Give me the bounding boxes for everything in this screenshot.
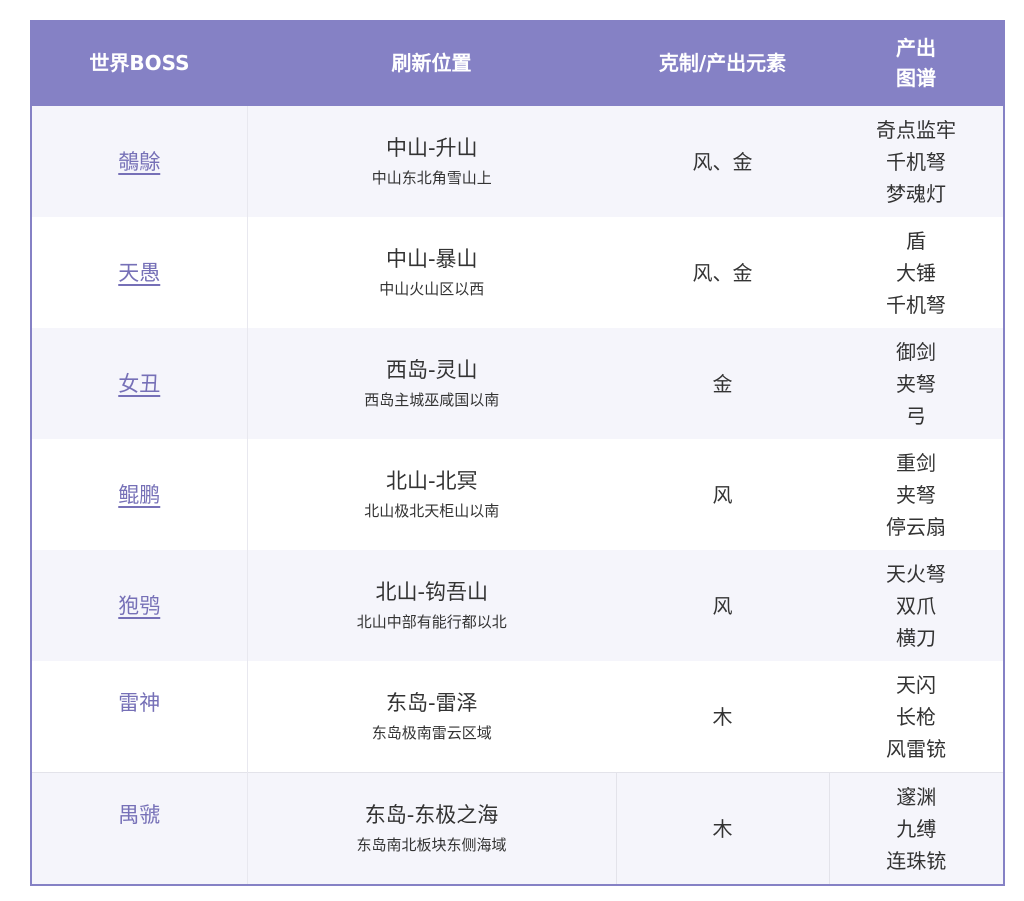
boss-link[interactable]: 女丑 — [118, 372, 160, 396]
element-value: 风 — [712, 593, 733, 618]
location-main: 东岛-雷泽 — [385, 690, 478, 715]
location-cell: 东岛-东极之海 东岛南北板块东侧海域 — [247, 772, 616, 884]
location-cell: 中山-暴山 中山火山区以西 — [247, 217, 616, 328]
table-row: 女丑 西岛-灵山 西岛主城巫咸国以南 金 御剑 夹弩 弓 — [32, 328, 1003, 439]
location-main: 中山-暴山 — [385, 246, 478, 271]
table-header: 世界BOSS 刷新位置 克制/产出元素 产出 图谱 — [32, 20, 1003, 106]
map-item: 御剑 — [896, 339, 936, 364]
map-item: 天火弩 — [886, 561, 946, 586]
map-item: 奇点监牢 — [876, 117, 956, 142]
header-row: 世界BOSS 刷新位置 克制/产出元素 产出 图谱 — [32, 20, 1003, 106]
map-item: 风雷铳 — [886, 736, 946, 761]
boss-table-container: 世界BOSS 刷新位置 克制/产出元素 产出 图谱 鵸鵌 中山-升山 中山东北角… — [30, 20, 1005, 886]
table-body: 鵸鵌 中山-升山 中山东北角雪山上 风、金 奇点监牢 千机弩 梦魂灯 天愚 中山… — [32, 106, 1003, 884]
table-row: 雷神 东岛-雷泽 东岛极南雷云区域 木 天闪 长枪 风雷铳 — [32, 661, 1003, 773]
boss-cell: 鵸鵌 — [32, 106, 248, 217]
element-cell: 金 — [616, 328, 829, 439]
location-detail: 北山极北天柜山以南 — [364, 501, 500, 520]
location-detail: 北山中部有能行都以北 — [356, 612, 507, 631]
header-boss: 世界BOSS — [32, 20, 247, 106]
map-item: 九缚 — [896, 816, 937, 841]
header-location: 刷新位置 — [247, 20, 616, 106]
boss-name: 雷神 — [118, 690, 161, 715]
map-item: 弓 — [906, 403, 926, 428]
element-cell: 风、金 — [616, 106, 829, 217]
location-cell: 北山-北冥 北山极北天柜山以南 — [247, 439, 616, 550]
boss-cell: 禺虢 — [32, 772, 248, 884]
boss-link[interactable]: 狍鸮 — [118, 594, 160, 618]
maps-cell: 御剑 夹弩 弓 — [829, 328, 1003, 439]
boss-cell: 鲲鹏 — [32, 439, 248, 550]
element-cell: 木 — [615, 772, 830, 884]
map-item: 夹弩 — [896, 371, 936, 396]
boss-link[interactable]: 天愚 — [118, 261, 160, 285]
location-detail: 东岛南北板块东侧海域 — [356, 835, 507, 854]
header-maps-line2: 图谱 — [896, 66, 936, 90]
map-item: 千机弩 — [886, 149, 946, 174]
maps-cell: 重剑 夹弩 停云扇 — [829, 439, 1003, 550]
table-row: 狍鸮 北山-钩吾山 北山中部有能行都以北 风 天火弩 双爪 横刀 — [32, 550, 1003, 661]
map-item: 千机弩 — [886, 292, 946, 317]
table-row: 鵸鵌 中山-升山 中山东北角雪山上 风、金 奇点监牢 千机弩 梦魂灯 — [32, 106, 1003, 217]
map-item: 大锤 — [896, 260, 936, 285]
map-item: 夹弩 — [896, 482, 936, 507]
map-item: 停云扇 — [886, 514, 946, 539]
location-cell: 西岛-灵山 西岛主城巫咸国以南 — [247, 328, 616, 439]
element-value: 木 — [712, 704, 733, 729]
map-item: 双爪 — [896, 593, 936, 618]
element-cell: 风 — [616, 439, 829, 550]
table-row: 禺虢 东岛-东极之海 东岛南北板块东侧海域 木 邃渊 九缚 连珠铳 — [32, 772, 1003, 884]
header-maps-line1: 产出 — [896, 36, 936, 60]
table-row: 鲲鹏 北山-北冥 北山极北天柜山以南 风 重剑 夹弩 停云扇 — [32, 439, 1003, 550]
element-cell: 风 — [616, 550, 829, 661]
location-detail: 中山东北角雪山上 — [371, 168, 492, 187]
boss-cell: 女丑 — [32, 328, 248, 439]
element-value: 木 — [712, 816, 733, 841]
location-main: 东岛-东极之海 — [364, 802, 499, 827]
maps-cell: 天闪 长枪 风雷铳 — [829, 661, 1003, 773]
header-element: 克制/产出元素 — [616, 20, 829, 106]
location-main: 北山-北冥 — [385, 468, 478, 493]
location-detail: 东岛极南雷云区域 — [371, 723, 492, 742]
location-cell: 中山-升山 中山东北角雪山上 — [247, 106, 616, 217]
location-detail: 西岛主城巫咸国以南 — [364, 390, 500, 409]
element-cell: 风、金 — [616, 217, 829, 328]
element-value: 风、金 — [692, 149, 753, 174]
boss-link[interactable]: 鵸鵌 — [118, 150, 160, 174]
map-item: 横刀 — [896, 625, 936, 650]
boss-cell: 天愚 — [32, 217, 248, 328]
location-cell: 东岛-雷泽 东岛极南雷云区域 — [247, 661, 616, 773]
location-main: 西岛-灵山 — [385, 357, 478, 382]
map-item: 盾 — [906, 228, 926, 253]
boss-name: 禺虢 — [118, 802, 161, 827]
map-item: 长枪 — [896, 704, 936, 729]
map-item: 梦魂灯 — [886, 181, 946, 206]
boss-link[interactable]: 鲲鹏 — [118, 483, 160, 507]
map-item: 邃渊 — [896, 784, 937, 809]
world-boss-table: 世界BOSS 刷新位置 克制/产出元素 产出 图谱 鵸鵌 中山-升山 中山东北角… — [32, 20, 1003, 884]
map-item: 重剑 — [896, 450, 936, 475]
boss-cell: 雷神 — [32, 661, 248, 773]
location-main: 中山-升山 — [385, 135, 478, 160]
location-detail: 中山火山区以西 — [379, 279, 485, 298]
map-item: 天闪 — [896, 672, 936, 697]
maps-cell: 天火弩 双爪 横刀 — [829, 550, 1003, 661]
table-row: 天愚 中山-暴山 中山火山区以西 风、金 盾 大锤 千机弩 — [32, 217, 1003, 328]
maps-cell: 邃渊 九缚 连珠铳 — [829, 772, 1003, 884]
element-value: 金 — [712, 371, 733, 396]
location-cell: 北山-钩吾山 北山中部有能行都以北 — [247, 550, 616, 661]
element-value: 风、金 — [692, 260, 753, 285]
element-value: 风 — [712, 482, 733, 507]
element-cell: 木 — [616, 661, 829, 773]
boss-cell: 狍鸮 — [32, 550, 248, 661]
map-item: 连珠铳 — [886, 848, 947, 873]
location-main: 北山-钩吾山 — [375, 579, 489, 604]
maps-cell: 奇点监牢 千机弩 梦魂灯 — [829, 106, 1003, 217]
header-maps: 产出 图谱 — [829, 20, 1003, 106]
maps-cell: 盾 大锤 千机弩 — [829, 217, 1003, 328]
